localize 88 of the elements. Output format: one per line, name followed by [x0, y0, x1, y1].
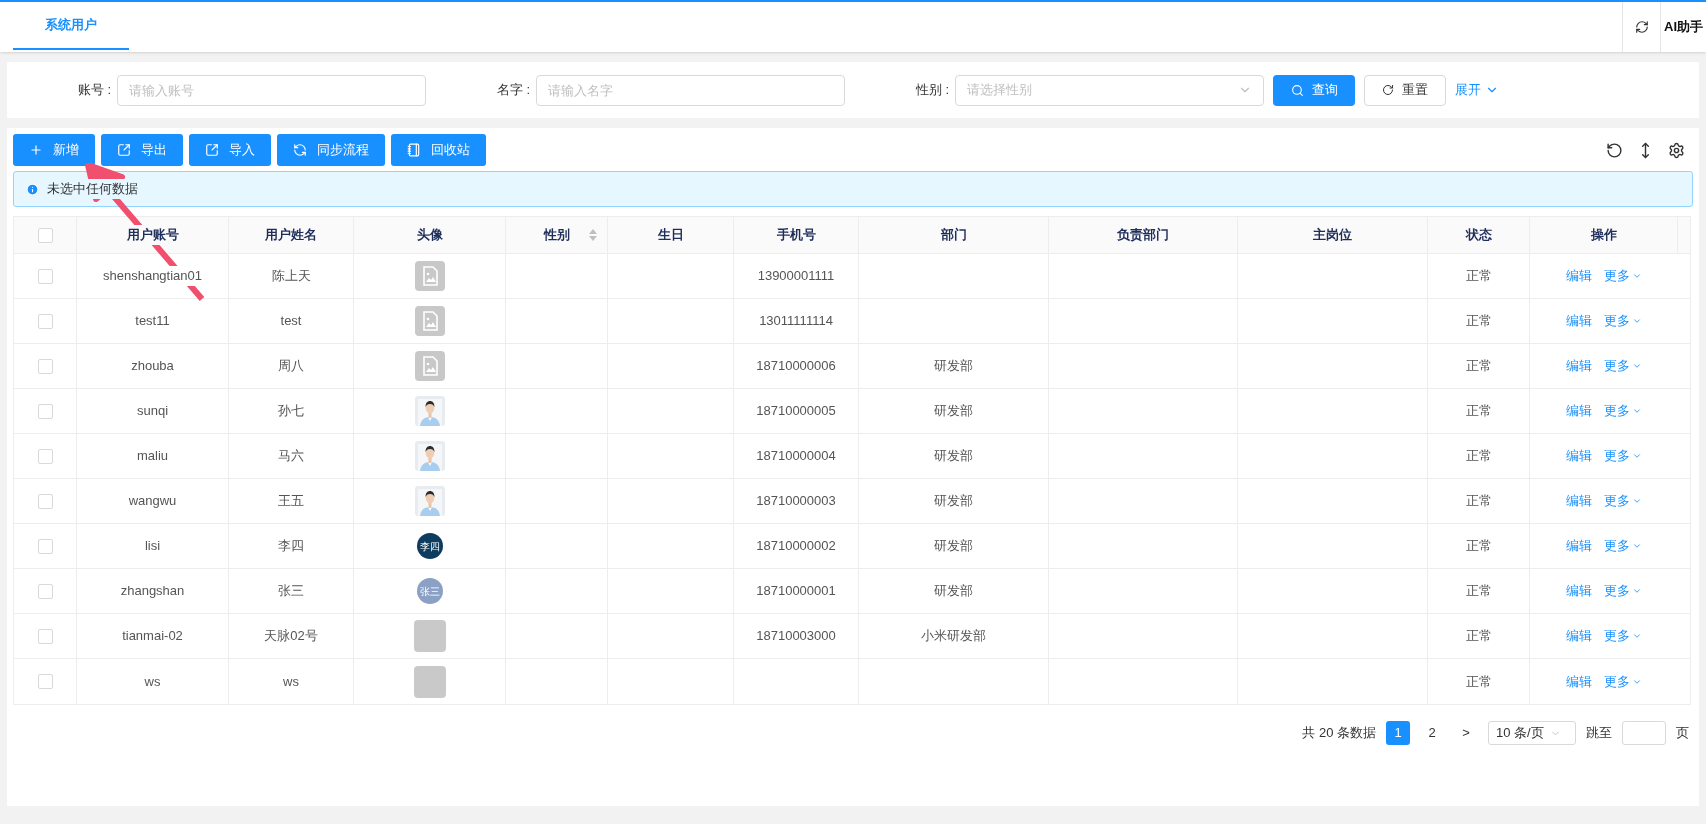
input-field[interactable]: 请输入名字	[536, 74, 845, 106]
checkbox[interactable]	[37, 227, 53, 243]
toolbar-button[interactable]: 新增	[13, 134, 95, 166]
checkbox[interactable]	[37, 493, 53, 509]
checkbox[interactable]	[37, 268, 53, 284]
checkbox[interactable]	[37, 358, 53, 374]
avatar: 张三	[416, 578, 443, 604]
checkbox[interactable]	[37, 674, 53, 689]
checkbox[interactable]	[37, 448, 53, 464]
blank-avatar	[413, 665, 446, 698]
chevron-down-icon	[1632, 406, 1642, 416]
filter-label: 账号 :	[77, 81, 111, 100]
broken-image-icon	[414, 261, 445, 291]
toolbar-button[interactable]: 导入	[189, 134, 271, 166]
edit-link[interactable]: 编辑	[1566, 311, 1592, 331]
page-button[interactable]: 2	[1420, 721, 1444, 745]
info-icon	[26, 182, 39, 196]
input-field[interactable]: 请输入账号	[117, 74, 426, 106]
toolbar-button[interactable]: 同步流程	[277, 134, 385, 166]
edit-link[interactable]: 编辑	[1566, 401, 1592, 421]
toolbar-button[interactable]: 导出	[101, 134, 183, 166]
edit-link[interactable]: 编辑	[1566, 356, 1592, 376]
checkbox[interactable]	[37, 538, 53, 554]
blank-avatar	[413, 620, 446, 652]
column-header: 用户姓名	[265, 225, 317, 245]
expand-link[interactable]: 展开	[1455, 80, 1499, 100]
edit-link[interactable]: 编辑	[1566, 446, 1592, 466]
export-icon	[205, 143, 219, 157]
settings-icon[interactable]	[1668, 141, 1685, 159]
jump-label: 跳至	[1586, 724, 1612, 743]
filter-label: 名字 :	[496, 81, 530, 100]
assistant-button[interactable]: AI助手	[1660, 2, 1706, 52]
checkbox[interactable]	[37, 313, 53, 329]
alert-text: 未选中任何数据	[47, 179, 138, 199]
more-link[interactable]: 更多	[1604, 581, 1642, 601]
checkbox[interactable]	[37, 628, 53, 644]
more-link[interactable]: 更多	[1604, 356, 1642, 376]
search-button[interactable]: 查询	[1273, 74, 1355, 106]
chevron-down-icon	[1632, 631, 1642, 641]
chevron-down-icon	[1632, 586, 1642, 596]
table-cell: shenshangtian01	[103, 266, 202, 286]
next-page-button[interactable]: >	[1454, 721, 1478, 745]
edit-link[interactable]: 编辑	[1566, 491, 1592, 511]
sort-icon[interactable]	[589, 229, 597, 241]
chevron-down-icon	[1632, 361, 1642, 371]
more-link[interactable]: 更多	[1604, 536, 1642, 556]
edit-link[interactable]: 编辑	[1566, 671, 1592, 692]
more-link[interactable]: 更多	[1604, 311, 1642, 331]
page-input[interactable]	[1622, 721, 1666, 745]
page-button[interactable]: 1	[1386, 721, 1410, 745]
chevron-down-icon	[1632, 496, 1642, 506]
chevron-down-icon	[1632, 271, 1642, 281]
page-unit: 页	[1676, 724, 1689, 743]
notebook-icon	[407, 143, 421, 157]
more-link[interactable]: 更多	[1604, 446, 1642, 466]
column-header: 用户账号	[126, 225, 179, 245]
avatar: 李四	[416, 533, 443, 559]
sync-icon	[293, 143, 307, 157]
more-link[interactable]: 更多	[1604, 671, 1642, 692]
edit-link[interactable]: 编辑	[1566, 581, 1592, 601]
broken-image-icon	[414, 306, 445, 336]
toolbar-button[interactable]: 回收站	[391, 134, 486, 166]
filter-label: 性别 :	[915, 81, 949, 100]
export-icon	[117, 143, 131, 157]
checkbox[interactable]	[37, 403, 53, 419]
chevron-down-icon	[1632, 316, 1642, 326]
edit-link[interactable]: 编辑	[1566, 536, 1592, 556]
more-link[interactable]: 更多	[1604, 266, 1642, 286]
edit-link[interactable]: 编辑	[1566, 266, 1592, 286]
search-icon	[1290, 83, 1304, 97]
tab[interactable]: 系统用户	[13, 2, 129, 50]
more-link[interactable]: 更多	[1604, 626, 1642, 646]
reload-icon[interactable]	[1606, 141, 1623, 159]
more-link[interactable]: 更多	[1604, 401, 1642, 421]
edit-link[interactable]: 编辑	[1566, 626, 1592, 646]
reset-button[interactable]: 重置	[1364, 74, 1446, 106]
chevron-down-icon	[1632, 451, 1642, 461]
reset-icon	[1382, 84, 1394, 96]
column-header: 负责部门	[1117, 225, 1169, 245]
more-link[interactable]: 更多	[1604, 491, 1642, 511]
select-field[interactable]: 请选择性别	[955, 74, 1264, 106]
page-size-select[interactable]: 10 条/页	[1488, 721, 1576, 745]
total-count: 共 20 条数据	[1302, 724, 1376, 743]
refresh-icon	[1634, 20, 1649, 34]
plus-icon	[29, 143, 43, 157]
chevron-down-icon	[1632, 541, 1642, 551]
checkbox[interactable]	[37, 583, 53, 599]
broken-image-icon	[414, 351, 445, 381]
